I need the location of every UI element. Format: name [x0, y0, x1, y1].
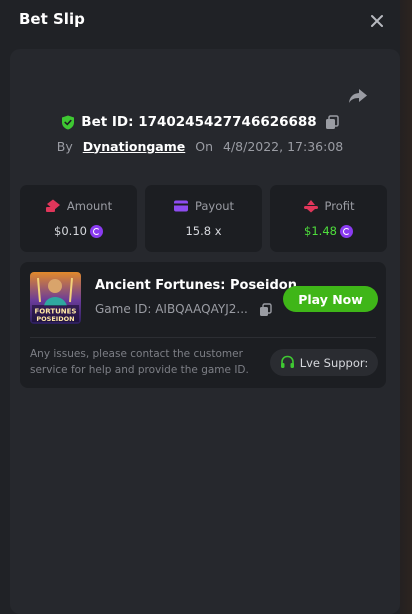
game-id-value: AIBQAAQAYJ2... — [155, 302, 248, 316]
svg-text:POSEIDON: POSEIDON — [36, 315, 74, 323]
profit-label: Profit — [324, 199, 355, 213]
amount-label: Amount — [66, 199, 113, 213]
coin-icon — [89, 224, 103, 238]
bet-meta-row: By Dynationgame On 4/8/2022, 17:36:08 — [0, 137, 400, 155]
payout-label: Payout — [194, 199, 235, 213]
wallet-icon — [173, 200, 188, 212]
share-icon[interactable] — [348, 87, 368, 105]
bet-id-row: Bet ID: 1740245427746626688 — [0, 112, 400, 132]
copy-icon[interactable] — [259, 303, 272, 317]
profit-icon — [303, 200, 318, 213]
live-support-label: Lve Suppor: — [299, 355, 369, 370]
bet-slip-modal: Bet Slip Bet ID: 1740245427746626688 By … — [0, 0, 400, 614]
copy-icon[interactable] — [325, 114, 339, 130]
by-label: By — [56, 138, 73, 154]
modal-header: Bet Slip — [0, 0, 400, 40]
play-now-button[interactable]: Play Now — [283, 286, 378, 312]
game-id: Game ID: AIBQAAQAYJ2... — [95, 302, 248, 316]
close-icon[interactable] — [368, 12, 386, 30]
coin-icon — [339, 224, 353, 238]
game-name: Ancient Fortunes: Poseidon — [95, 278, 297, 293]
bet-id-label: Bet ID: — [81, 114, 134, 130]
live-support-button[interactable]: Lve Suppor: — [270, 349, 378, 376]
payout-value: 15.8 x — [185, 224, 222, 238]
modal-title: Bet Slip — [19, 10, 85, 28]
username-link[interactable]: Dynationgame — [83, 139, 186, 154]
bet-datetime: 4/8/2022, 17:36:08 — [223, 138, 344, 154]
on-label: On — [195, 138, 213, 154]
game-thumbnail[interactable]: FORTUNES POSEIDON — [30, 272, 81, 324]
amount-stat: Amount $0.10 — [20, 185, 137, 252]
support-help-text: Any issues, please contact the customer … — [30, 348, 249, 376]
payout-stat: Payout 15.8 x — [145, 185, 262, 252]
divider — [30, 337, 376, 338]
profit-stat: Profit $1.48 — [270, 185, 387, 252]
bet-id-value: 1740245427746626688 — [138, 114, 317, 130]
amount-value: $0.10 — [54, 224, 87, 238]
ticket-icon — [45, 199, 60, 212]
headset-icon — [280, 355, 294, 368]
shield-check-icon — [62, 115, 75, 129]
profit-value: $1.48 — [304, 224, 337, 238]
